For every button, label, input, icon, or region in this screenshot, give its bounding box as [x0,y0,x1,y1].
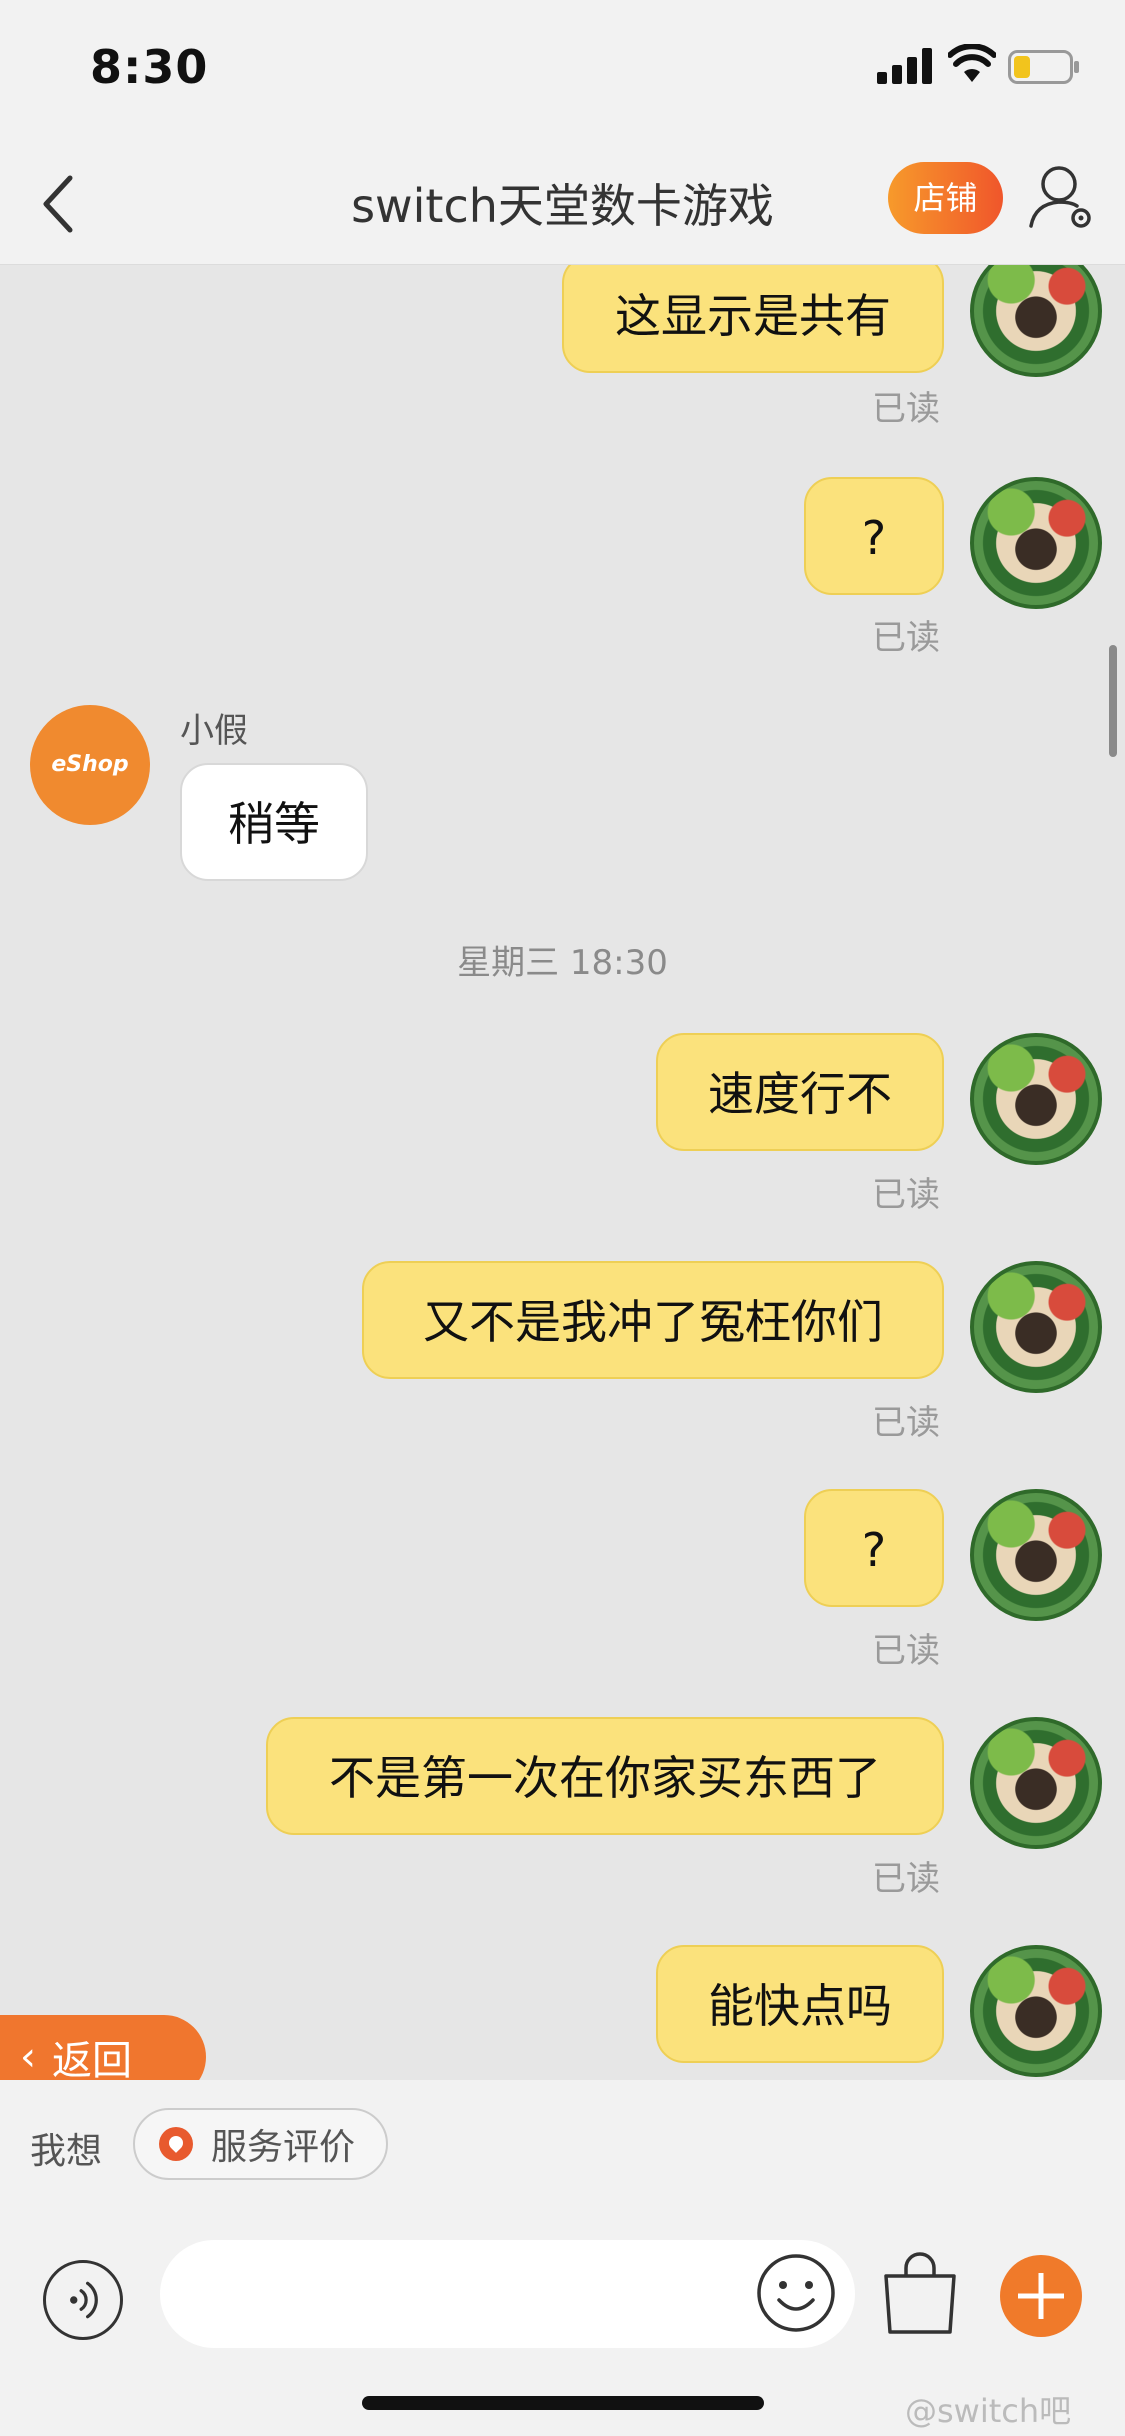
message-bubble[interactable]: ? [804,477,944,595]
message-bubble[interactable]: 稍等 [180,763,368,881]
message-bubble[interactable]: 速度行不 [656,1033,944,1151]
emoji-icon[interactable] [755,2252,837,2334]
shopping-bag-icon[interactable] [880,2250,960,2336]
user-avatar[interactable] [970,1033,1102,1165]
user-avatar[interactable] [970,477,1102,609]
user-avatar[interactable] [970,1717,1102,1849]
scroll-indicator [1109,645,1117,757]
sender-name: 小假 [180,711,248,751]
user-avatar[interactable] [970,1261,1102,1393]
user-settings-icon[interactable] [1027,162,1097,234]
message-bubble[interactable]: 这显示是共有 [562,265,944,373]
quick-action-bar: 我想 服务评价 [0,2080,1125,2210]
read-status: 已读 [872,1175,940,1215]
wifi-icon [948,44,996,82]
user-avatar[interactable] [970,1945,1102,2077]
return-label: 返回 [52,2038,132,2084]
read-status: 已读 [872,1859,940,1899]
signal-icon [877,48,932,84]
nav-bar: switch天堂数卡游戏 店铺 [0,140,1125,265]
chat-area[interactable]: 这显示是共有 已读 ? 已读 eShop 小假 稍等 星期三 18:30 速度行… [0,265,1125,2080]
store-button[interactable]: 店铺 [888,162,1003,234]
message-input[interactable] [160,2240,855,2348]
read-status: 已读 [872,1403,940,1443]
plus-icon[interactable] [1000,2255,1082,2337]
service-review-chip[interactable]: 服务评价 [133,2108,388,2180]
battery-icon [1008,50,1079,84]
quick-action-label: 我想 [30,2131,103,2172]
message-timestamp: 星期三 18:30 [457,943,668,983]
chevron-left-icon: ‹ [20,2034,36,2080]
status-time: 8:30 [90,40,209,94]
shop-avatar[interactable]: eShop [30,705,150,825]
message-bubble[interactable]: 不是第一次在你家买东西了 [266,1717,944,1835]
review-chip-label: 服务评价 [211,2127,356,2168]
read-status: 已读 [872,1631,940,1671]
status-bar: 8:30 [0,0,1125,140]
voice-input-icon[interactable] [43,2260,123,2340]
message-bubble[interactable]: 又不是我冲了冤枉你们 [362,1261,944,1379]
user-avatar[interactable] [970,1489,1102,1621]
read-status: 已读 [872,389,940,429]
watermark: @switch吧 [905,2392,1072,2430]
home-indicator [362,2396,764,2410]
message-bubble[interactable]: 能快点吗 [656,1945,944,2063]
review-icon [159,2127,193,2161]
user-avatar[interactable] [970,265,1102,377]
read-status: 已读 [872,618,940,658]
message-bubble[interactable]: ? [804,1489,944,1607]
